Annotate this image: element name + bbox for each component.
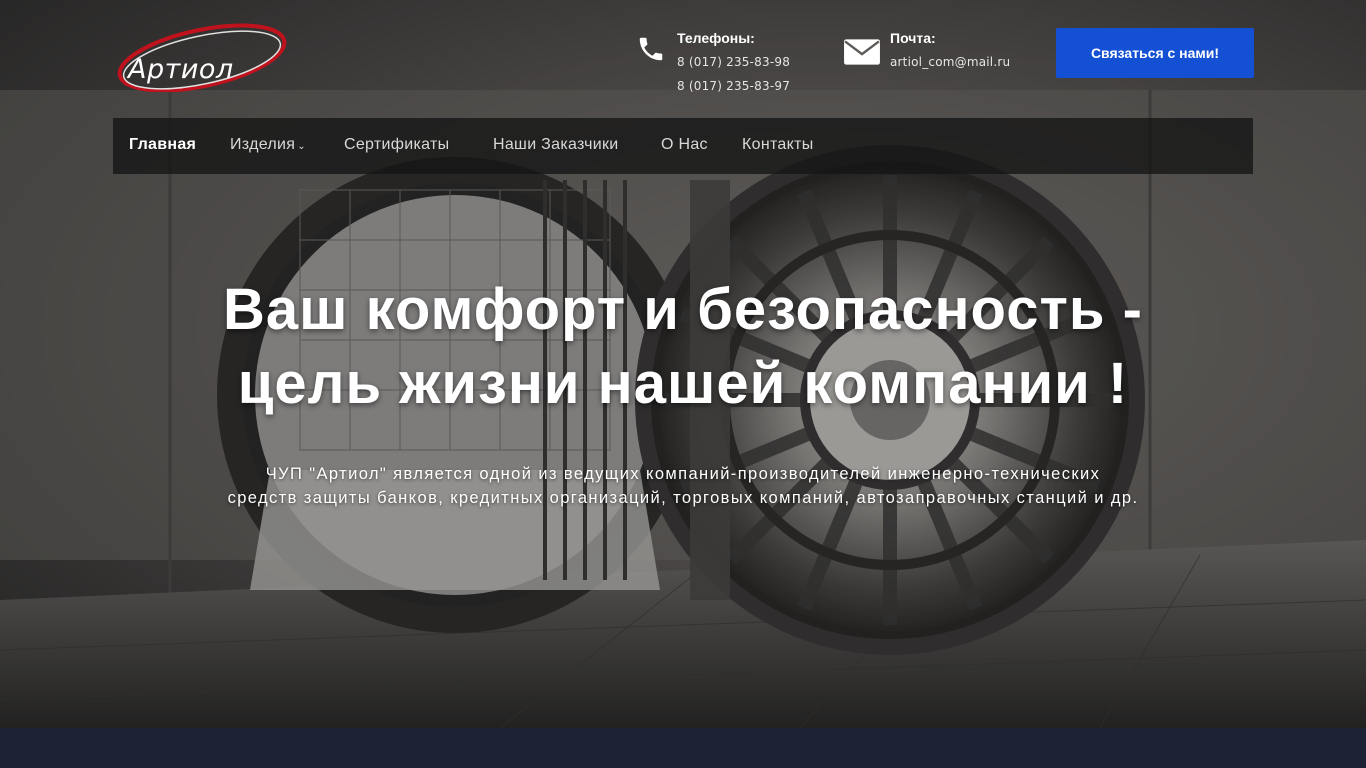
nav-item-customers[interactable]: Наши Заказчики	[493, 118, 619, 174]
nav-item-home[interactable]: Главная	[129, 118, 196, 174]
nav-item-label: Изделия	[230, 136, 296, 153]
chevron-down-icon: ⌄	[297, 141, 306, 152]
nav-item-label: Главная	[129, 136, 197, 153]
main-navbar: Главная Изделия ⌄ Сертификаты Наши Заказч…	[113, 118, 1253, 174]
phone-contact: Телефоны: 8 (017) 235-83-98 8 (017) 235-…	[636, 28, 836, 98]
hero-section: Артиол Телефоны: 8 (017) 235-83-98 8 (01…	[0, 0, 1366, 728]
nav-item-contacts[interactable]: Контакты	[742, 118, 814, 174]
hero-subtext-line-1: ЧУП "Артиол" является одной из ведущих к…	[265, 465, 1101, 483]
phone-number-2[interactable]: 8 (017) 235-83-97	[677, 79, 790, 93]
phone-title: Телефоны:	[677, 30, 755, 46]
nav-item-certificates[interactable]: Сертификаты	[344, 118, 449, 174]
nav-item-label: О Нас	[661, 136, 708, 153]
mail-contact: Почта: artiol_com@mail.ru	[843, 28, 1033, 88]
mail-title: Почта:	[890, 30, 936, 46]
nav-item-label: Сертификаты	[344, 136, 450, 153]
hero-subtext-line-2: средств защиты банков, кредитных организ…	[227, 489, 1139, 507]
mail-icon	[844, 39, 880, 65]
phone-icon	[639, 37, 663, 61]
contact-us-button[interactable]: Связаться с нами!	[1056, 28, 1254, 78]
company-logo[interactable]: Артиол	[110, 16, 290, 93]
logo-text: Артиол	[128, 54, 234, 85]
nav-item-about[interactable]: О Нас	[661, 118, 708, 174]
phone-number-1[interactable]: 8 (017) 235-83-98	[677, 55, 790, 69]
hero-headline-line-2: цель жизни нашей компании !	[237, 351, 1129, 416]
hero-headline-line-1: Ваш комфорт и безопасность -	[223, 277, 1143, 342]
nav-item-label: Контакты	[742, 136, 814, 153]
mail-address[interactable]: artiol_com@mail.ru	[890, 55, 1010, 69]
nav-item-products[interactable]: Изделия ⌄	[230, 118, 306, 174]
nav-item-label: Наши Заказчики	[493, 136, 619, 153]
footer-strip	[0, 728, 1366, 768]
